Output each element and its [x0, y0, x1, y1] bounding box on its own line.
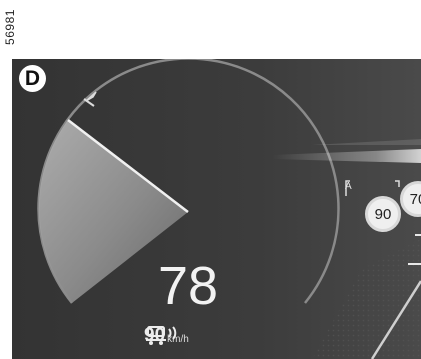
gear-indicator: D [19, 65, 46, 92]
figure-reference-number: 56981 [2, 4, 20, 50]
figure-reference-text: 56981 [2, 9, 17, 45]
cruise-control-icon [146, 326, 177, 345]
current-speed: 78 [157, 256, 219, 316]
instrument-cluster-display: D 78 90 km/h A 90 70 [12, 59, 421, 359]
speed-sign-label: A [345, 181, 352, 192]
cruise-control-status: 90 km/h [144, 324, 189, 348]
speed-limit-sign: 90 [365, 196, 401, 232]
